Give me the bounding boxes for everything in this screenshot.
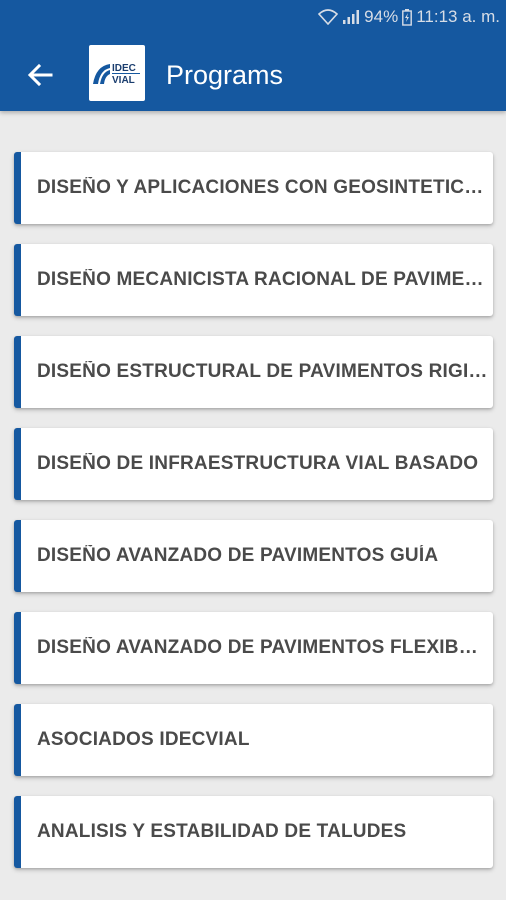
wifi-icon: [318, 9, 339, 25]
program-card[interactable]: DISEÑO DE INFRAESTRUCTURA VIAL BASADO: [14, 428, 493, 500]
program-card[interactable]: DISEÑO ESTRUCTURAL DE PAVIMENTOS RIGIDOS: [14, 336, 493, 408]
program-card[interactable]: ASOCIADOS IDECVIAL: [14, 704, 493, 776]
arrow-back-icon: [27, 63, 53, 87]
program-label: ASOCIADOS IDECVIAL: [37, 729, 250, 750]
app-logo: IDEC VIAL: [89, 45, 145, 101]
clock: 11:13 a. m.: [416, 7, 500, 26]
signal-icon: [342, 9, 360, 25]
back-button[interactable]: [22, 57, 58, 93]
program-card[interactable]: DISEÑO MECANICISTA RACIONAL DE PAVIMENTO…: [14, 244, 493, 316]
program-card[interactable]: ANALISIS Y ESTABILIDAD DE TALUDES: [14, 796, 493, 868]
status-bar: 94% 11:13 a. m.: [0, 0, 506, 34]
program-card[interactable]: DISEÑO AVANZADO DE PAVIMENTOS FLEXIBLES: [14, 612, 493, 684]
svg-text:IDEC: IDEC: [112, 63, 136, 74]
battery-percent: 94%: [364, 7, 399, 26]
battery-icon: [402, 8, 413, 26]
app-bar: 94% 11:13 a. m. IDEC VIAL Programs: [0, 0, 506, 111]
program-card[interactable]: DISEÑO Y APLICACIONES CON GEOSINTETICOS: [14, 152, 493, 224]
program-label: DISEÑO DE INFRAESTRUCTURA VIAL BASADO: [37, 453, 479, 474]
program-label: DISEÑO AVANZADO DE PAVIMENTOS FLEXIBLES: [37, 637, 489, 658]
programs-list: DISEÑO Y APLICACIONES CON GEOSINTETICOS …: [14, 152, 493, 888]
svg-text:VIAL: VIAL: [112, 75, 135, 86]
page-title: Programs: [166, 60, 284, 90]
program-label: DISEÑO ESTRUCTURAL DE PAVIMENTOS RIGIDOS: [37, 361, 489, 382]
program-label: DISEÑO Y APLICACIONES CON GEOSINTETICOS: [37, 177, 489, 198]
program-label: DISEÑO MECANICISTA RACIONAL DE PAVIMENTO…: [37, 269, 489, 290]
program-card[interactable]: DISEÑO AVANZADO DE PAVIMENTOS GUÍA: [14, 520, 493, 592]
program-label: DISEÑO AVANZADO DE PAVIMENTOS GUÍA: [37, 545, 439, 566]
program-label: ANALISIS Y ESTABILIDAD DE TALUDES: [37, 821, 407, 842]
